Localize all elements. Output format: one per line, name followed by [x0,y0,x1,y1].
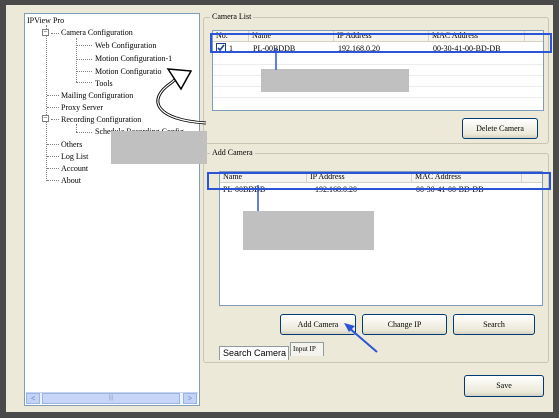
app-window: IPView Pro − Camera Configuration Web Co… [0,0,559,418]
annotation-arrows [156,48,378,353]
arrow-head-icon [166,68,193,91]
pointer-arrow-icon [347,326,378,353]
